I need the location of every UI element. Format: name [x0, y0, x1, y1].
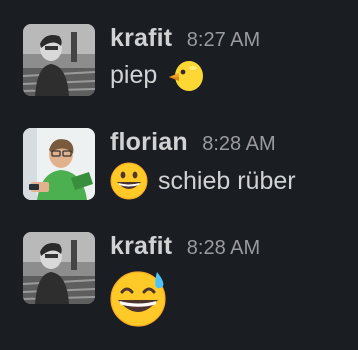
baby-chick-emoji — [167, 58, 205, 92]
avatar[interactable] — [23, 128, 95, 200]
author-name[interactable]: krafit — [110, 24, 172, 52]
message: florian 8:28 AM schieb rüber — [23, 128, 353, 210]
grinning-face-with-sweat-emoji — [107, 266, 169, 328]
message: krafit 8:27 AM piep — [23, 24, 353, 106]
florian-avatar-photo — [23, 128, 95, 200]
avatar[interactable] — [23, 24, 95, 96]
avatar[interactable] — [23, 232, 95, 304]
timestamp[interactable]: 8:28 AM — [202, 133, 275, 155]
timestamp[interactable]: 8:28 AM — [187, 237, 260, 259]
grinning-face-emoji — [110, 162, 148, 200]
message-text: piep — [110, 60, 158, 89]
krafit-avatar-photo — [23, 24, 95, 96]
krafit-avatar-photo — [23, 232, 95, 304]
author-name[interactable]: florian — [110, 128, 188, 156]
timestamp[interactable]: 8:27 AM — [187, 29, 260, 51]
message: krafit 8:28 AM — [23, 232, 353, 332]
message-text: schieb rüber — [158, 166, 296, 195]
author-name[interactable]: krafit — [110, 232, 172, 260]
